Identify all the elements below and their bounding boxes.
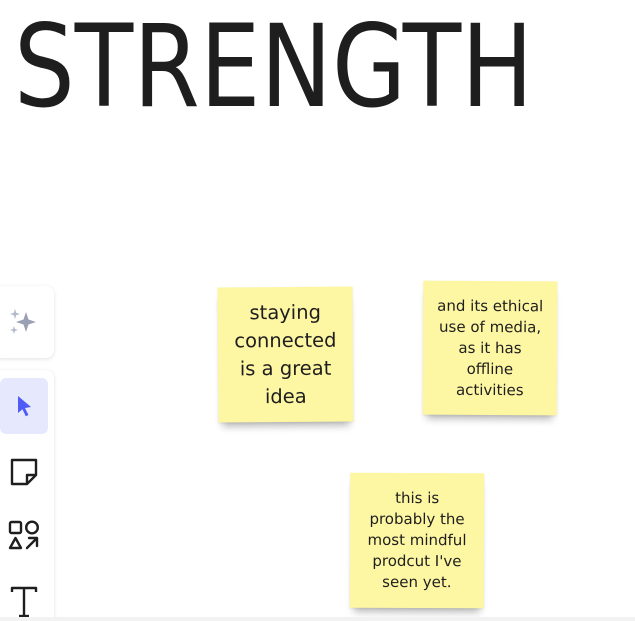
sticky-note[interactable]: and its ethical use of media, as it has … — [422, 280, 558, 416]
select-tool-button[interactable] — [0, 378, 48, 434]
sparkle-icon — [6, 305, 40, 339]
board-heading[interactable]: STRENGTH — [14, 10, 533, 124]
sticky-note-text: this is probably the most mindful prodcu… — [367, 488, 467, 592]
tool-rail — [0, 370, 54, 621]
sticky-note[interactable]: this is probably the most mindful prodcu… — [349, 472, 485, 609]
text-tool-button[interactable] — [0, 574, 48, 621]
cursor-arrow-icon — [11, 393, 37, 419]
sticky-note-tool-button[interactable] — [0, 444, 48, 500]
whiteboard-canvas[interactable]: STRENGTH staying connected is a great id… — [0, 0, 635, 621]
ai-assist-button[interactable] — [0, 294, 47, 350]
text-icon — [8, 582, 40, 621]
sticky-note-text: and its ethical use of media, as it has … — [437, 296, 544, 399]
shapes-icon — [7, 519, 41, 553]
canvas-bottom-edge — [0, 617, 635, 621]
sticky-note-icon — [8, 456, 40, 488]
shapes-tool-button[interactable] — [0, 508, 48, 564]
sticky-note[interactable]: staying connected is a great idea — [217, 286, 354, 423]
ai-assist-panel — [0, 286, 54, 358]
sticky-note-text: staying connected is a great idea — [234, 300, 337, 408]
